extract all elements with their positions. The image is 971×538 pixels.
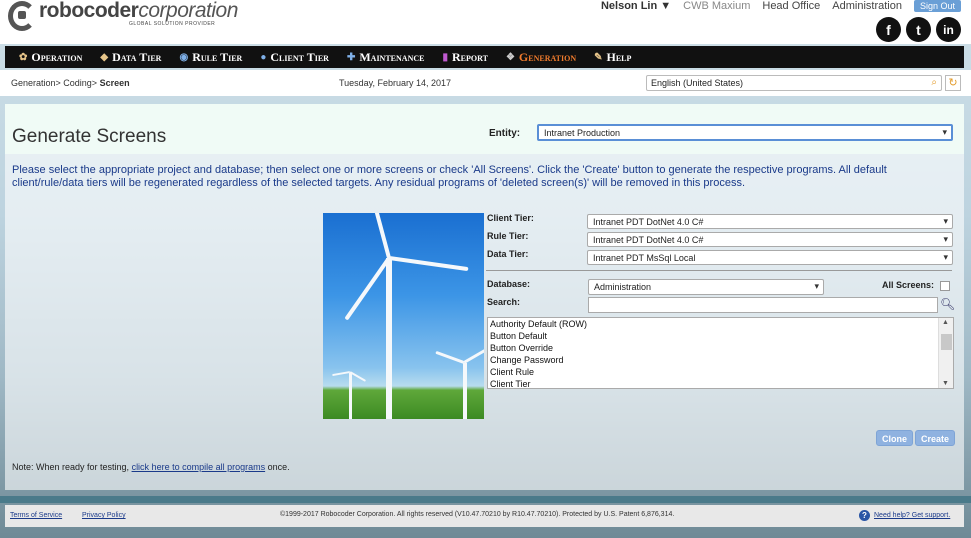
- database-icon: ◆: [100, 51, 109, 63]
- current-date: Tuesday, February 14, 2017: [339, 78, 452, 88]
- clone-button[interactable]: Clone: [876, 430, 914, 446]
- help-support[interactable]: ? Need help? Get support.: [859, 510, 950, 521]
- scroll-thumb[interactable]: [941, 334, 952, 350]
- compile-note: Note: When ready for testing, click here…: [12, 462, 290, 472]
- list-item[interactable]: Authority Default (ROW): [488, 318, 953, 330]
- linkedin-icon[interactable]: in: [936, 17, 961, 42]
- divider: [486, 270, 952, 271]
- scroll-up-icon[interactable]: ▲: [942, 319, 949, 326]
- top-nav: Nelson Lin ▼ CWB Maxium Head Office Admi…: [601, 0, 961, 12]
- data-tier-select[interactable]: Intranet PDT MsSql Local: [587, 250, 953, 265]
- menu-item-maintenance[interactable]: ✚ Maintenance: [347, 50, 425, 65]
- logo-name: robocodercorporation: [39, 0, 238, 22]
- list-scrollbar[interactable]: ▲ ▼: [938, 318, 953, 388]
- compile-link[interactable]: click here to compile all programs: [132, 462, 266, 472]
- client-icon: ●: [260, 51, 267, 63]
- menu-item-report[interactable]: ▮ Report: [442, 50, 487, 65]
- list-item[interactable]: Client Rule: [488, 366, 953, 378]
- entity-select[interactable]: Intranet Production: [537, 124, 953, 141]
- privacy-link[interactable]: Privacy Policy: [82, 512, 126, 519]
- list-item[interactable]: Change Password: [488, 354, 953, 366]
- copyright: ©1999-2017 Robocoder Corporation. All ri…: [280, 511, 675, 518]
- footer: Terms of Service Privacy Policy ©1999-20…: [5, 505, 964, 527]
- breadcrumb: Generation> Coding> Screen: [11, 78, 130, 88]
- search-label: Search:: [487, 297, 521, 307]
- refresh-icon[interactable]: ↻: [945, 75, 961, 91]
- entity-label: Entity:: [489, 128, 521, 139]
- logo-tagline: GLOBAL SOLUTION PROVIDER: [129, 21, 216, 27]
- all-screens-label: All Screens:: [882, 280, 935, 290]
- report-icon: ▮: [442, 51, 448, 63]
- database-select[interactable]: Administration: [588, 279, 824, 295]
- search-icon[interactable]: ⌕: [931, 77, 937, 88]
- twitter-icon[interactable]: t: [906, 17, 931, 42]
- menu-item-generation[interactable]: ❖ Generation: [506, 50, 576, 65]
- page-title: Generate Screens: [12, 126, 167, 147]
- database-label: Database:: [487, 279, 531, 289]
- create-button[interactable]: Create: [915, 430, 956, 446]
- rule-tier-label: Rule Tier:: [487, 231, 529, 241]
- screen-search-input[interactable]: [588, 297, 938, 313]
- client-tier-select[interactable]: Intranet PDT DotNet 4.0 C#: [587, 214, 953, 229]
- menu-item-client-tier[interactable]: ● Client Tier: [260, 50, 329, 65]
- header: robocodercorporation GLOBAL SOLUTION PRO…: [0, 0, 971, 44]
- scroll-down-icon[interactable]: ▼: [942, 380, 949, 387]
- company-logo[interactable]: robocodercorporation GLOBAL SOLUTION PRO…: [8, 0, 238, 31]
- main-panel: Generate Screens Entity: Intranet Produc…: [5, 104, 964, 490]
- menu-item-data-tier[interactable]: ◆ Data Tier: [100, 50, 161, 65]
- menu-item-rule-tier[interactable]: ◉ Rule Tier: [179, 50, 242, 65]
- list-item[interactable]: Client Tier: [488, 378, 953, 388]
- data-tier-label: Data Tier:: [487, 249, 529, 259]
- gear-icon: ✿: [19, 51, 28, 63]
- generation-icon: ❖: [505, 51, 515, 63]
- logo-icon: [8, 1, 36, 31]
- wind-turbine-image: [323, 213, 484, 419]
- map-strip: [0, 496, 971, 503]
- wrench-icon: ✚: [346, 51, 356, 63]
- company-link[interactable]: CWB Maxium: [683, 0, 750, 12]
- list-item[interactable]: Button Override: [488, 342, 953, 354]
- rule-icon: ◉: [179, 51, 189, 63]
- breadcrumb-bar: Generation> Coding> Screen Tuesday, Febr…: [0, 70, 971, 96]
- office-link[interactable]: Head Office: [762, 0, 820, 12]
- list-item[interactable]: Button Default: [488, 330, 953, 342]
- user-menu[interactable]: Nelson Lin ▼: [601, 0, 671, 12]
- panel-header: Generate Screens Entity: Intranet Produc…: [5, 104, 964, 154]
- social-links: f t in: [876, 17, 961, 42]
- search-icon[interactable]: 🔍︎: [940, 297, 955, 311]
- screen-list[interactable]: Authority Default (ROW) Button Default B…: [487, 317, 954, 389]
- help-icon: ✎: [594, 51, 603, 63]
- help-icon: ?: [859, 510, 870, 521]
- menu-item-help[interactable]: ✎ Help: [594, 50, 631, 65]
- client-tier-label: Client Tier:: [487, 213, 534, 223]
- instructions: Please select the appropriate project an…: [12, 164, 887, 189]
- support-link[interactable]: Need help? Get support.: [874, 512, 950, 519]
- administration-link[interactable]: Administration: [832, 0, 902, 12]
- main-menu: ✿ Operation ◆ Data Tier ◉ Rule Tier ● Client…: [5, 46, 964, 68]
- menu-item-operation[interactable]: ✿ Operation: [19, 50, 82, 65]
- rule-tier-select[interactable]: Intranet PDT DotNet 4.0 C#: [587, 232, 953, 247]
- all-screens-checkbox[interactable]: [940, 281, 950, 291]
- terms-link[interactable]: Terms of Service: [10, 512, 62, 519]
- language-search[interactable]: English (United States) ⌕: [646, 75, 942, 91]
- facebook-icon[interactable]: f: [876, 17, 901, 42]
- sign-out-button[interactable]: Sign Out: [913, 0, 961, 12]
